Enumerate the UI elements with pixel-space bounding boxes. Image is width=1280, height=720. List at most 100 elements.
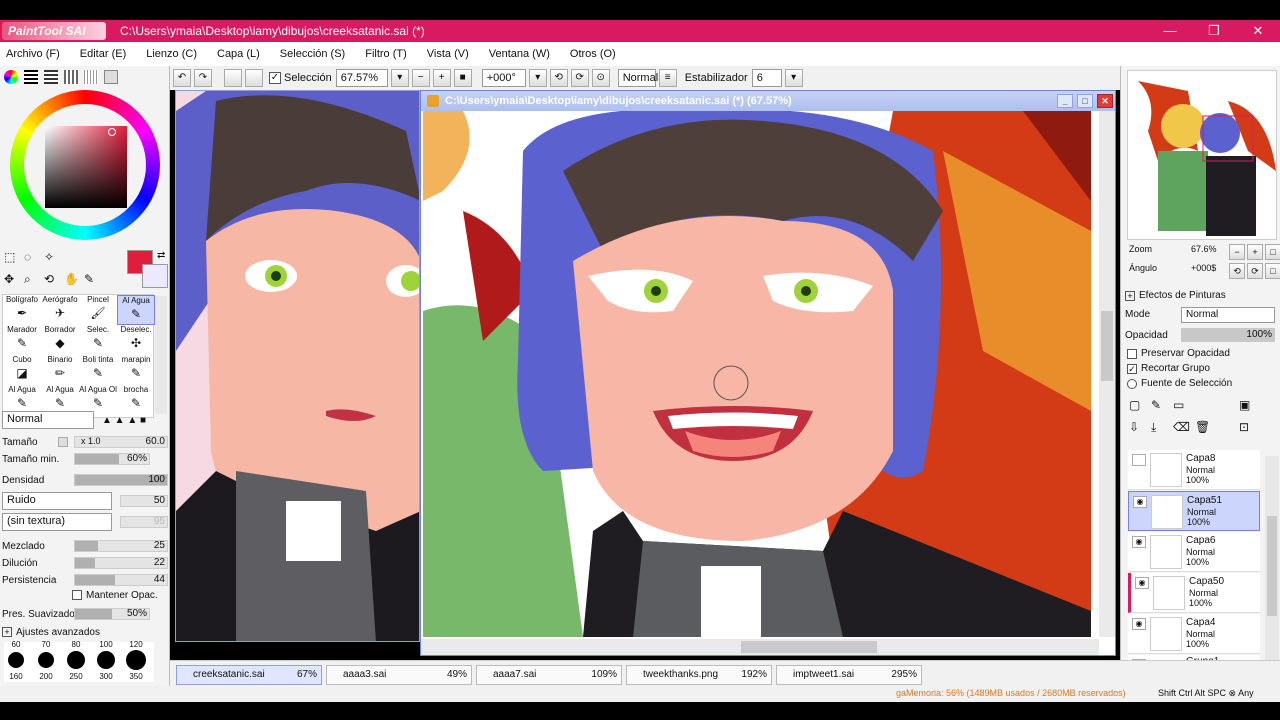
file-tab-imptweet1[interactable]: imptweet1.sai 295%	[776, 665, 922, 685]
tool-selec-[interactable]: Selec. ✎	[79, 325, 117, 355]
stabilizer-dropdown-icon[interactable]: ▾	[784, 69, 803, 87]
menu-editar[interactable]: Editar (E)	[80, 48, 126, 60]
rotation-dropdown-icon[interactable]: ▾	[528, 69, 547, 87]
expand-effects-icon[interactable]: +	[1125, 290, 1135, 301]
artwork-canvas[interactable]	[423, 111, 1091, 637]
rotate-right-icon[interactable]: ⟳	[570, 69, 589, 87]
navigator-preview[interactable]	[1127, 70, 1277, 240]
menu-vista[interactable]: Vista (V)	[427, 48, 469, 60]
file-tab-aaaa7[interactable]: aaaa7.sai 109%	[476, 665, 622, 685]
mix-icon[interactable]	[104, 70, 118, 84]
rotation-field[interactable]: +000°	[481, 69, 526, 87]
new-folder-icon[interactable]: ▭	[1173, 398, 1195, 416]
size-slider[interactable]: x 1.0 60.0	[74, 436, 168, 448]
eye-icon[interactable]: ◉	[1132, 536, 1146, 548]
nav-zoom-in-icon[interactable]: +	[1247, 244, 1263, 260]
tool-binario[interactable]: Binario ✏	[41, 355, 79, 385]
color-wheel-mode-icon[interactable]	[4, 70, 18, 84]
zoom-out-icon[interactable]: −	[411, 69, 430, 87]
eye-icon[interactable]: ◉	[1132, 618, 1146, 630]
texture-select[interactable]: (sin textura)	[2, 513, 112, 531]
expand-icon[interactable]: +	[2, 627, 12, 637]
canvas-close-icon[interactable]: ✕	[1097, 94, 1113, 108]
scratchpad-icon[interactable]	[84, 70, 98, 84]
effects-header[interactable]: + Efectos de Pinturas	[1125, 290, 1226, 301]
tool-grid-scrollbar[interactable]	[155, 296, 167, 414]
advanced-row[interactable]: + Ajustes avanzados	[2, 624, 168, 640]
tool-cubo[interactable]: Cubo ◪	[3, 355, 41, 385]
eye-icon[interactable]: ◉	[1133, 496, 1147, 508]
new-linework-icon[interactable]: ✎	[1151, 398, 1173, 416]
file-tab-tweekthanks[interactable]: tweekthanks.png 192%	[626, 665, 772, 685]
secondary-canvas-view[interactable]	[175, 90, 420, 642]
layer-opacity-slider[interactable]: 100%	[1181, 328, 1275, 342]
selection-source-row[interactable]: Fuente de Selección	[1127, 378, 1232, 389]
rotate-left-icon[interactable]: ⟲	[549, 69, 568, 87]
flip-icon[interactable]: ≡	[658, 69, 677, 87]
color-wheel[interactable]	[10, 90, 160, 240]
tool-marapin[interactable]: marapin ✎	[117, 355, 155, 385]
rgb-slider-icon[interactable]	[24, 70, 38, 84]
clip-group-checkbox[interactable]: ✓	[1127, 363, 1137, 374]
invert-selection-icon[interactable]	[245, 69, 263, 87]
noise-slider[interactable]: 50	[120, 495, 168, 507]
eye-icon[interactable]: ◉	[1135, 577, 1149, 589]
restore-icon[interactable]: ❐	[1192, 20, 1236, 42]
nav-zoom-reset-icon[interactable]: □	[1265, 244, 1280, 260]
rotate-tool-icon[interactable]: ⟲	[44, 272, 64, 291]
hand-icon[interactable]: ✋	[64, 272, 84, 291]
brush-shape-icons[interactable]: ▲ ▲ ▲ ■	[102, 415, 146, 426]
horizontal-scroll-thumb[interactable]	[741, 641, 877, 653]
blend-mode-field[interactable]: Normal	[617, 69, 658, 87]
tool-boli-tinta[interactable]: Boli tinta ✎	[79, 355, 117, 385]
preserve-opacity-row[interactable]: Preservar Opacidad	[1127, 348, 1230, 359]
minimize-icon[interactable]: —	[1148, 20, 1192, 42]
menu-ventana[interactable]: Ventana (W)	[489, 48, 550, 60]
tool-aer-grafo[interactable]: Aerógrafo ✈	[41, 295, 79, 325]
undo-icon[interactable]: ↶	[173, 69, 191, 87]
tool-deselec-[interactable]: Deselec. ✣	[117, 325, 155, 355]
tool-pincel[interactable]: Pincel 🖌	[79, 295, 117, 325]
tool-al-agua[interactable]: Al Agua ✎	[117, 295, 155, 325]
layer-mask-icon[interactable]: ▣	[1239, 398, 1261, 416]
file-tab-aaaa3[interactable]: aaaa3.sai 49%	[326, 665, 472, 685]
menu-filtro[interactable]: Filtro (T)	[365, 48, 407, 60]
rect-select-icon[interactable]: ⬚	[4, 250, 24, 268]
clip-group-row[interactable]: ✓ Recortar Grupo	[1127, 363, 1210, 374]
noise-select[interactable]: Ruido	[2, 492, 112, 510]
tool-brocha[interactable]: brocha ✎	[117, 385, 155, 415]
selection-checkbox[interactable]: ✓	[269, 72, 281, 84]
nav-rotate-right-icon[interactable]: ⟳	[1247, 263, 1263, 279]
layer-capa6[interactable]: ◉ Capa6 Normal 100%	[1128, 532, 1260, 572]
layer-capa50[interactable]: ◉ Capa50 Normal 100%	[1128, 573, 1260, 613]
swap-colors-icon[interactable]: ⇄	[157, 250, 165, 261]
zoom-in-icon[interactable]: +	[432, 69, 451, 87]
min-size-slider[interactable]: 60%	[74, 453, 150, 465]
eyedropper-icon[interactable]: ✎	[84, 272, 104, 291]
density-slider[interactable]: 100	[74, 474, 168, 486]
canvas-maximize-icon[interactable]: □	[1077, 94, 1093, 108]
menu-seleccion[interactable]: Selección (S)	[280, 48, 345, 60]
redo-icon[interactable]: ↷	[194, 69, 212, 87]
preserve-opacity-checkbox[interactable]	[1127, 348, 1137, 359]
merge-down-icon[interactable]: ⤓	[1151, 420, 1173, 439]
selection-source-radio[interactable]	[1127, 378, 1137, 389]
move-icon[interactable]: ✥	[4, 272, 24, 291]
layer-list-scrollbar[interactable]	[1265, 456, 1279, 662]
zoom-dropdown-icon[interactable]: ▾	[390, 69, 409, 87]
vertical-scroll-thumb[interactable]	[1101, 311, 1113, 381]
new-layer-icon[interactable]: ▢	[1129, 398, 1151, 416]
size-preset-dot[interactable]	[38, 652, 54, 668]
zoom-reset-icon[interactable]: ■	[453, 69, 472, 87]
tool-borrador[interactable]: Borrador ◆	[41, 325, 79, 355]
dilution-slider[interactable]: 22	[74, 557, 168, 569]
menu-capa[interactable]: Capa (L)	[217, 48, 260, 60]
size-preset-dot[interactable]	[126, 650, 146, 670]
canvas-vertical-scrollbar[interactable]	[1099, 111, 1115, 637]
canvas-minimize-icon[interactable]: _	[1057, 94, 1073, 108]
close-icon[interactable]: ✕	[1236, 20, 1280, 42]
layer-mode-select[interactable]: Normal	[1181, 307, 1275, 323]
secondary-color-swatch[interactable]	[142, 264, 168, 288]
zoom-field[interactable]: 67.57%	[335, 69, 388, 87]
menu-lienzo[interactable]: Lienzo (C)	[146, 48, 197, 60]
